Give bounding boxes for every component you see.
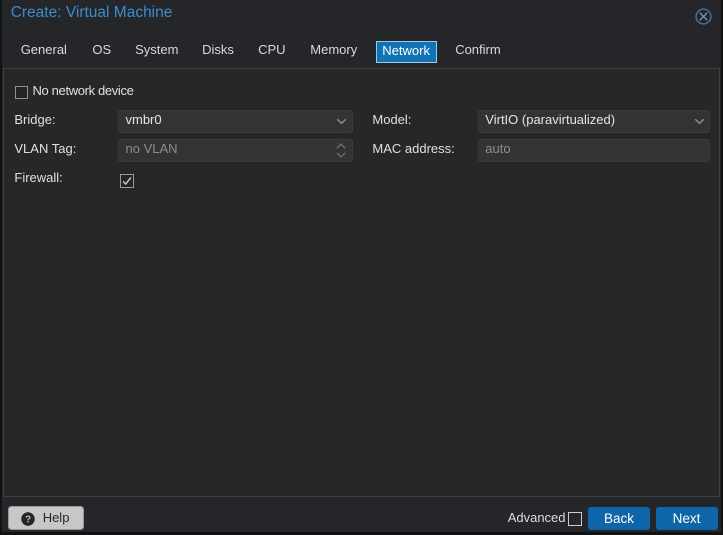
svg-text:?: ? bbox=[25, 514, 31, 525]
